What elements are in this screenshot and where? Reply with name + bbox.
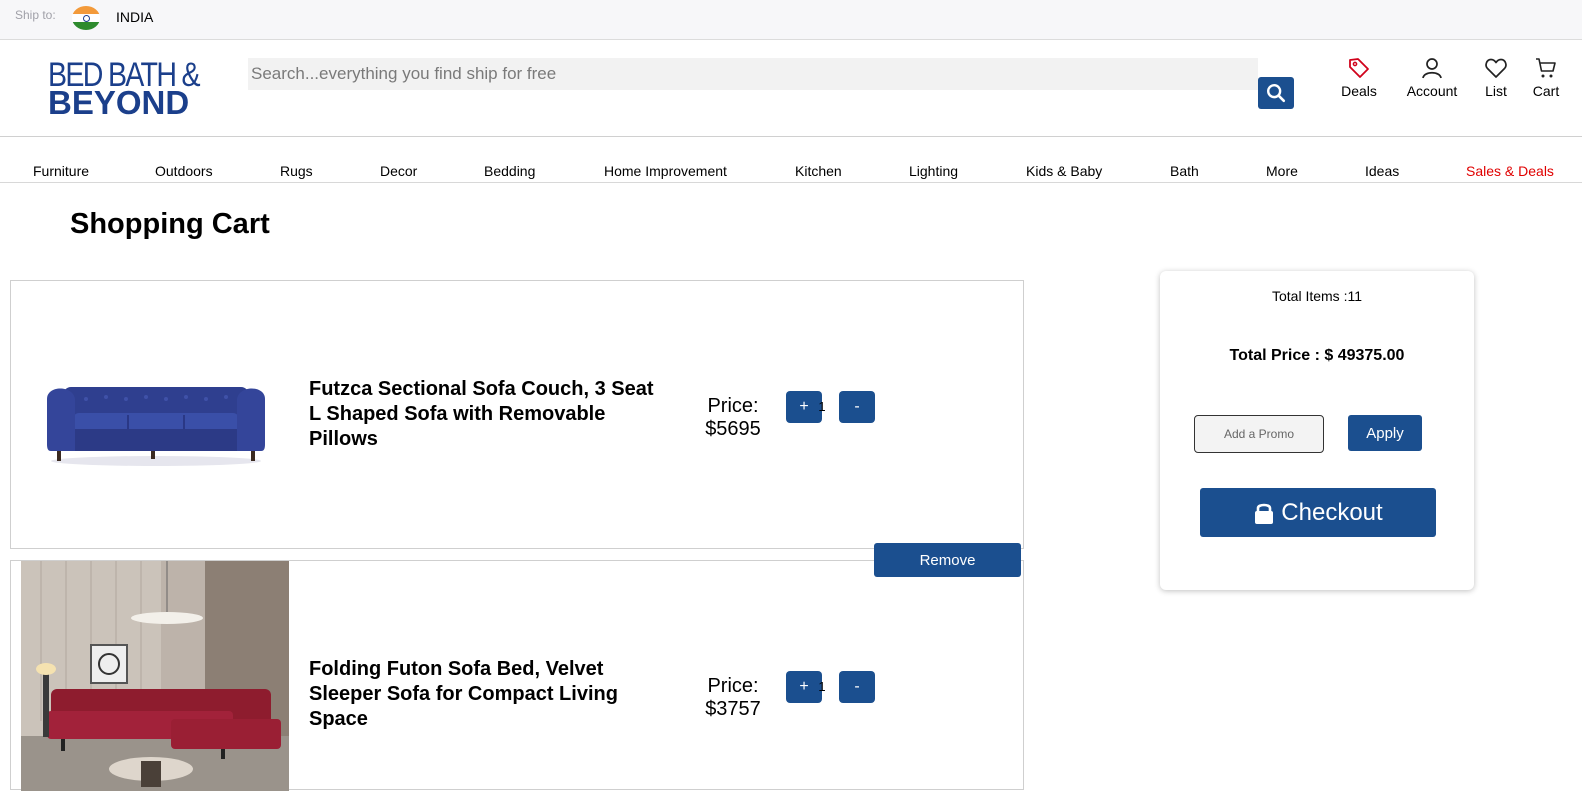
heart-icon [1485, 58, 1507, 78]
nav-item-lighting[interactable]: Lighting [909, 163, 958, 179]
apply-promo-button[interactable]: Apply [1348, 415, 1422, 451]
total-price: Total Price : $ 49375.00 [1229, 347, 1405, 364]
item-price: Price: $5695 [683, 395, 783, 441]
nav-item-kids-baby[interactable]: Kids & Baby [1026, 163, 1102, 179]
nav-item-sales-deals[interactable]: Sales & Deals [1466, 163, 1554, 179]
search-input[interactable] [248, 58, 1258, 90]
nav-item-more[interactable]: More [1266, 163, 1298, 179]
search-button[interactable] [1258, 77, 1294, 109]
item-price: Price: $3757 [683, 675, 783, 721]
search-icon [1267, 84, 1286, 103]
lock-icon [1255, 503, 1274, 524]
promo-code-input[interactable] [1194, 415, 1324, 453]
logo-line-2: BEYOND [48, 84, 190, 121]
cart-item: Futzca Sectional Sofa Couch, 3 Seat L Sh… [10, 280, 1024, 549]
quantity-decrease-button[interactable]: - [839, 671, 875, 703]
item-title[interactable]: Folding Futon Sofa Bed, Velvet Sleeper S… [309, 657, 669, 732]
checkout-label: Checkout [1281, 498, 1383, 526]
nav-item-kitchen[interactable]: Kitchen [795, 163, 842, 179]
price-value: $3757 [705, 698, 761, 720]
quantity-value: 1 [818, 399, 826, 414]
sofa-product-image[interactable] [41, 377, 271, 467]
futon-product-image[interactable] [21, 561, 289, 791]
ship-to-label: Ship to: [15, 8, 56, 22]
cart-label: Cart [1532, 83, 1560, 99]
account-label: Account [1406, 83, 1458, 99]
tag-icon [1349, 58, 1369, 78]
nav-item-decor[interactable]: Decor [380, 163, 417, 179]
list-link[interactable]: List [1476, 56, 1516, 99]
india-flag-icon[interactable] [72, 6, 100, 30]
user-icon [1422, 58, 1442, 79]
category-nav: Furniture Outdoors Rugs Decor Bedding Ho… [0, 137, 1582, 183]
price-label: Price: [707, 395, 759, 417]
cart-item: Folding Futon Sofa Bed, Velvet Sleeper S… [10, 560, 1024, 791]
quantity-decrease-button[interactable]: - [839, 391, 875, 423]
cart-link[interactable]: Cart [1526, 56, 1566, 99]
bed-bath-beyond-logo[interactable]: BED BATH & BEYOND [48, 58, 232, 121]
nav-item-bedding[interactable]: Bedding [484, 163, 535, 179]
cart-icon [1536, 58, 1556, 78]
nav-item-outdoors[interactable]: Outdoors [155, 163, 213, 179]
nav-item-bath[interactable]: Bath [1170, 163, 1199, 179]
account-link[interactable]: Account [1402, 56, 1462, 99]
nav-item-home-improvement[interactable]: Home Improvement [604, 163, 727, 179]
nav-item-ideas[interactable]: Ideas [1365, 163, 1399, 179]
ship-country[interactable]: INDIA [116, 9, 153, 25]
checkout-button[interactable]: Checkout [1200, 488, 1436, 537]
total-items: Total Items :11 [1271, 288, 1362, 304]
nav-item-furniture[interactable]: Furniture [33, 163, 89, 179]
page-title: Shopping Cart [70, 208, 270, 240]
order-summary-card: Total Items :11 Total Price : $ 49375.00… [1160, 271, 1474, 590]
nav-item-rugs[interactable]: Rugs [280, 163, 313, 179]
item-title[interactable]: Futzca Sectional Sofa Couch, 3 Seat L Sh… [309, 377, 669, 452]
quantity-value: 1 [818, 679, 826, 694]
deals-link[interactable]: Deals [1336, 56, 1382, 99]
price-label: Price: [707, 675, 759, 697]
ship-to-bar: Ship to: INDIA [0, 0, 1582, 40]
price-value: $5695 [705, 418, 761, 440]
site-header: BED BATH & BEYOND Deals Account List [0, 40, 1582, 137]
remove-button[interactable]: Remove [874, 543, 1021, 577]
deals-label: Deals [1341, 83, 1377, 99]
list-label: List [1485, 83, 1507, 99]
